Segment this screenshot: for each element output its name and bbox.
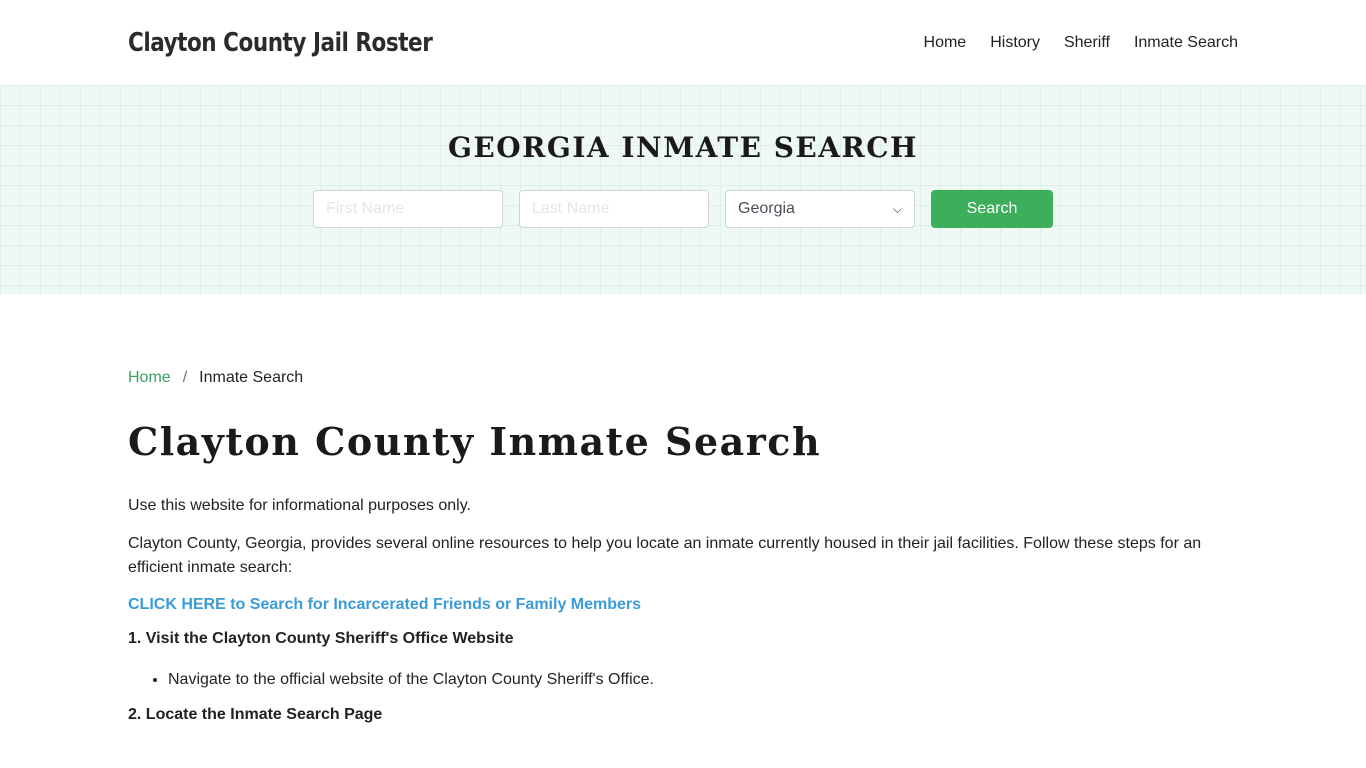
description-text: Clayton County, Georgia, provides severa… [128, 535, 1202, 576]
step-2-heading: 2. Locate the Inmate Search Page [128, 706, 383, 723]
breadcrumb-home[interactable]: Home [128, 369, 171, 387]
hero-title: GEORGIA INMATE SEARCH [448, 131, 918, 164]
step-1-list: Navigate to the official website of the … [168, 668, 1238, 692]
site-brand[interactable]: Clayton County Jail Roster [128, 28, 433, 58]
main-content: Home / Inmate Search Clayton County Inma… [0, 294, 1366, 724]
state-select-value: Georgia [738, 200, 795, 217]
page-title: Clayton County Inmate Search [128, 419, 822, 464]
first-name-input[interactable] [313, 190, 503, 228]
search-button[interactable]: Search [931, 190, 1053, 228]
main-nav: Home History Sheriff Inmate Search [912, 34, 1238, 52]
nav-history[interactable]: History [978, 34, 1052, 52]
site-header: Clayton County Jail Roster Home History … [0, 0, 1366, 85]
breadcrumb: Home / Inmate Search [128, 369, 1238, 387]
step-1-heading: 1. Visit the Clayton County Sheriff's Of… [128, 630, 514, 647]
search-hero: GEORGIA INMATE SEARCH Georgia ⌵ Search [0, 85, 1366, 294]
nav-home[interactable]: Home [912, 34, 979, 52]
state-select[interactable]: Georgia ⌵ [725, 190, 915, 228]
inmate-search-form: Georgia ⌵ Search [0, 190, 1366, 228]
chevron-down-icon: ⌵ [892, 201, 902, 216]
list-item: Navigate to the official website of the … [168, 668, 1238, 692]
nav-inmate-search[interactable]: Inmate Search [1122, 34, 1238, 52]
intro-text: Use this website for informational purpo… [128, 497, 471, 514]
nav-sheriff[interactable]: Sheriff [1052, 34, 1122, 52]
last-name-input[interactable] [519, 190, 709, 228]
breadcrumb-current: Inmate Search [199, 369, 304, 386]
breadcrumb-separator: / [182, 369, 188, 386]
search-cta-link[interactable]: CLICK HERE to Search for Incarcerated Fr… [128, 596, 1238, 614]
